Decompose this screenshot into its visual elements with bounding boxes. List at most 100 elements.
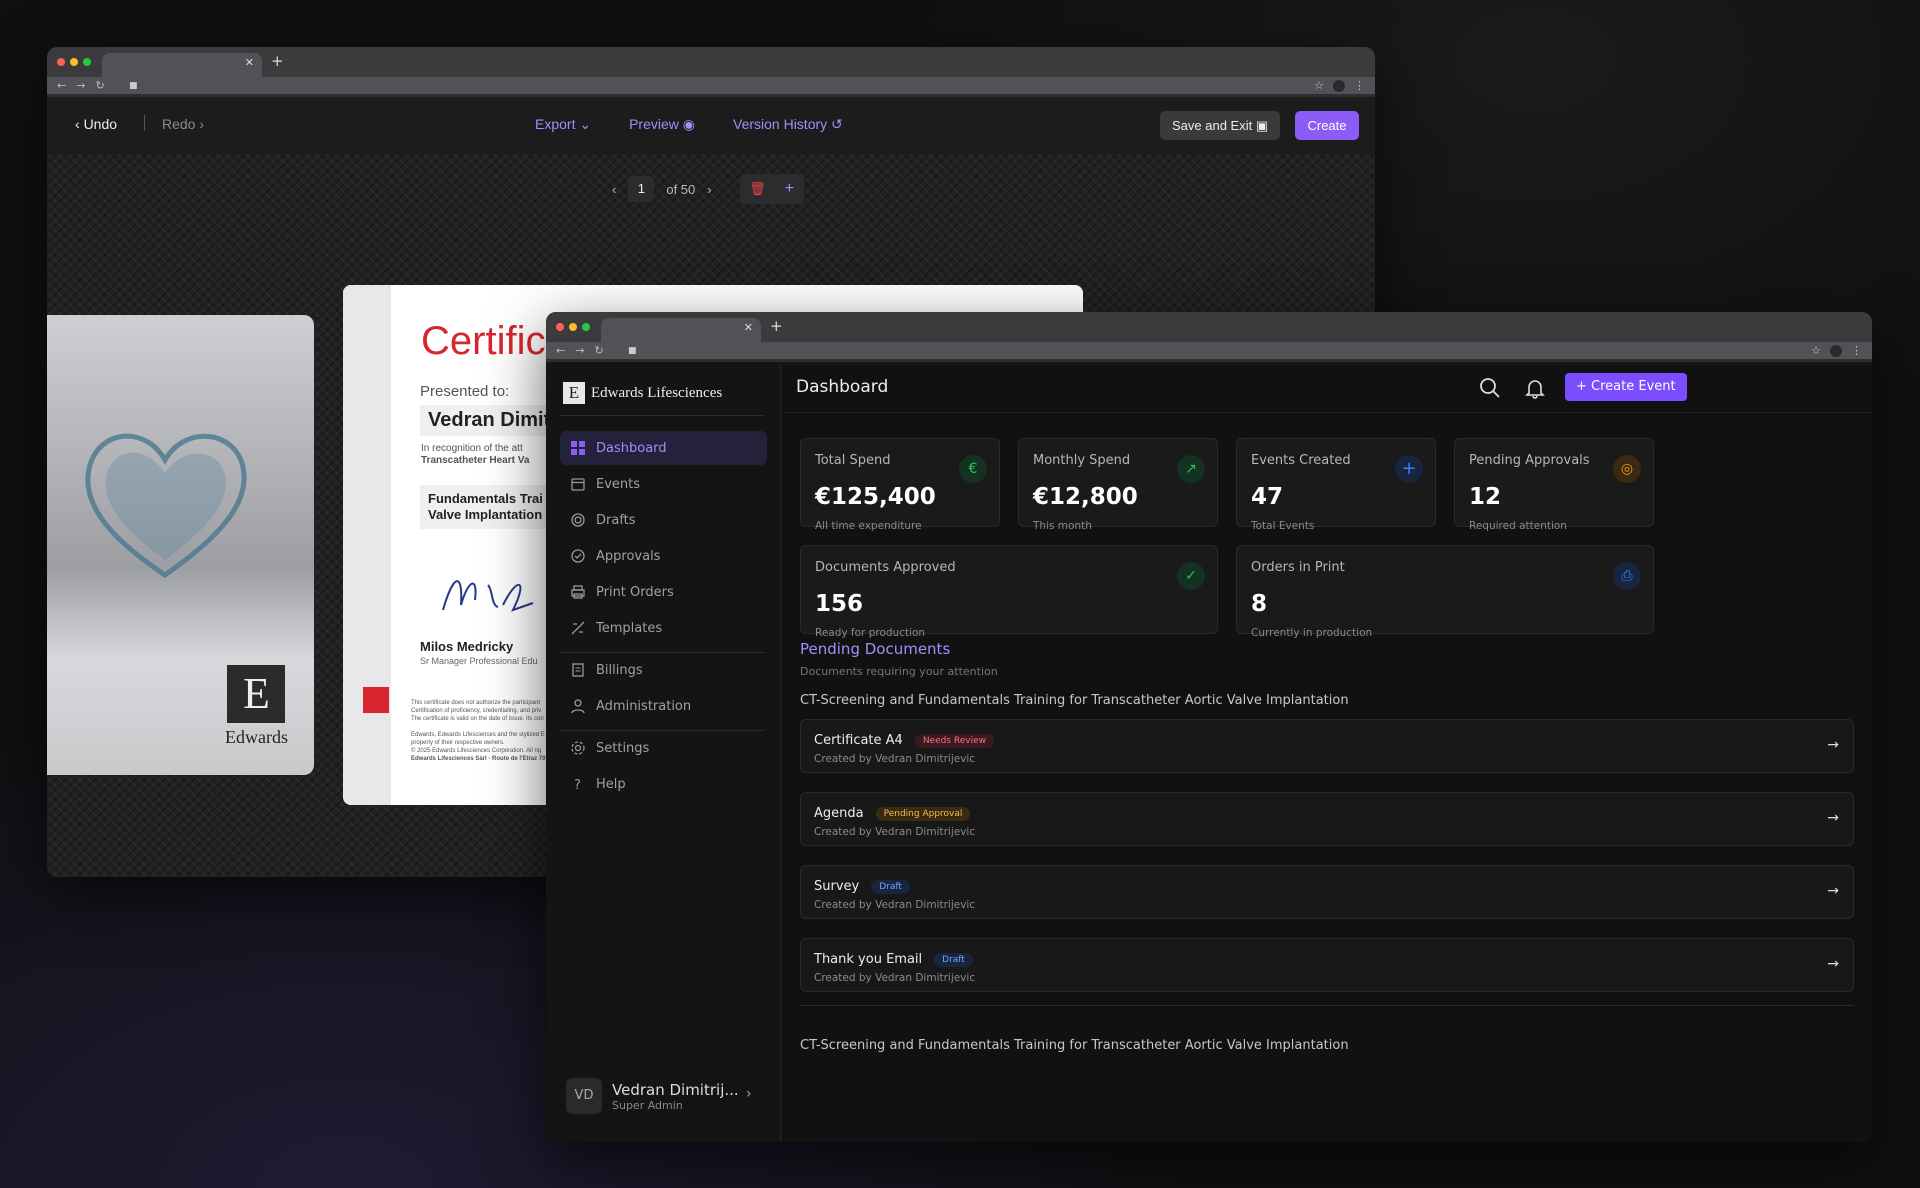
profile-icon[interactable] <box>1333 79 1345 92</box>
arrow-right-icon[interactable]: → <box>1827 883 1839 899</box>
edwards-logo-mark: E <box>563 382 585 404</box>
sidebar: E Edwards Lifesciences Dashboard Events D… <box>546 365 781 1142</box>
document-creator: Created by Vedran Dimitrijevic <box>814 753 976 765</box>
event-group-title: CT-Screening and Fundamentals Training f… <box>800 693 1349 708</box>
search-icon[interactable] <box>1479 377 1501 399</box>
profile-icon[interactable] <box>1830 344 1842 357</box>
create-button[interactable]: Create <box>1295 111 1359 140</box>
fine-print-line: © 2025 Edwards Lifesciences Corporation.… <box>411 748 542 754</box>
redo-button[interactable]: Redo › <box>162 116 204 132</box>
address-bar[interactable]: ← → ↻ ■ ☆ ⋮ <box>47 77 1375 97</box>
undo-button[interactable]: ‹ Undo <box>75 116 117 132</box>
top-bar: Dashboard + Create Event <box>782 365 1872 413</box>
add-page-icon[interactable]: + <box>785 180 794 198</box>
sidebar-item-label: Drafts <box>596 512 636 528</box>
plus-icon: + <box>1576 379 1587 394</box>
sidebar-item-settings[interactable]: Settings <box>560 731 767 765</box>
sidebar-item-dashboard[interactable]: Dashboard <box>560 431 767 465</box>
sidebar-item-label: Settings <box>596 740 650 756</box>
user-profile[interactable]: VD Vedran Dimitrij... Super Admin › <box>566 1078 752 1114</box>
status-badge: Pending Approval <box>875 806 971 821</box>
bookmark-icon[interactable]: ☆ <box>1811 344 1821 357</box>
divider <box>560 415 765 416</box>
sidebar-item-label: Administration <box>596 698 692 714</box>
forward-icon[interactable]: → <box>76 79 85 92</box>
forward-icon[interactable]: → <box>575 344 584 357</box>
arrow-right-icon[interactable]: → <box>1827 956 1839 972</box>
preview-button[interactable]: Preview ◉ <box>629 116 695 133</box>
menu-icon[interactable]: ⋮ <box>1354 79 1365 92</box>
delete-page-icon[interactable]: 🗑 <box>749 181 766 197</box>
stat-label: Orders in Print <box>1251 560 1345 575</box>
template-card-cover[interactable]: E Edwards <box>47 315 314 775</box>
close-tab-icon[interactable]: ✕ <box>245 56 254 69</box>
program-line-2: Valve Implantation <box>428 507 543 522</box>
pending-documents-title: Pending Documents <box>800 640 951 658</box>
bell-icon[interactable] <box>1524 377 1546 399</box>
stat-value: 12 <box>1469 484 1502 510</box>
save-exit-button[interactable]: Save and Exit ▣ <box>1160 111 1281 140</box>
sidebar-item-label: Print Orders <box>596 584 674 600</box>
new-tab-icon[interactable]: + <box>271 52 284 70</box>
stat-subtitle: All time expenditure <box>815 520 922 532</box>
document-row[interactable]: Thank you Email Draft Created by Vedran D… <box>800 938 1854 992</box>
user-icon <box>571 699 585 714</box>
close-tab-icon[interactable]: ✕ <box>744 321 753 334</box>
prev-page-icon[interactable]: ‹ <box>612 182 616 197</box>
sidebar-item-templates[interactable]: Templates <box>560 611 767 645</box>
document-row[interactable]: Certificate A4 Needs Review Created by Ve… <box>800 719 1854 773</box>
create-event-button[interactable]: + Create Event <box>1565 373 1687 401</box>
stat-subtitle: Required attention <box>1469 520 1567 532</box>
stat-value: 156 <box>815 591 864 617</box>
window-controls[interactable] <box>556 323 590 331</box>
bookmark-icon[interactable]: ☆ <box>1314 79 1324 92</box>
page-number-input[interactable]: 1 <box>628 176 655 202</box>
sidebar-item-drafts[interactable]: Drafts <box>560 503 767 537</box>
window-controls[interactable] <box>57 58 91 66</box>
reload-icon[interactable]: ↻ <box>95 79 104 92</box>
brand-name: Edwards Lifesciences <box>591 384 723 401</box>
browser-tab[interactable]: ✕ <box>601 318 761 342</box>
sidebar-item-print-orders[interactable]: Print Orders <box>560 575 767 609</box>
stat-card-events-created: Events Created 47 Total Events + <box>1236 438 1436 532</box>
chevron-right-icon: › <box>746 1086 752 1102</box>
document-creator: Created by Vedran Dimitrijevic <box>814 899 976 911</box>
eye-icon: ◉ <box>682 116 695 132</box>
browser-tab[interactable]: ✕ <box>102 53 262 77</box>
arrow-right-icon[interactable]: → <box>1827 810 1839 826</box>
sidebar-item-administration[interactable]: Administration <box>560 689 767 723</box>
document-row[interactable]: Survey Draft Created by Vedran Dimitrijev… <box>800 865 1854 919</box>
status-badge: Draft <box>871 879 910 894</box>
back-icon[interactable]: ← <box>57 79 66 92</box>
version-history-button[interactable]: Version History ↺ <box>733 116 843 133</box>
sidebar-item-help[interactable]: ? Help <box>560 767 767 801</box>
reload-icon[interactable]: ↻ <box>594 344 603 357</box>
sidebar-item-billings[interactable]: Billings <box>560 653 767 687</box>
save-exit-label: Save and Exit <box>1172 118 1253 133</box>
sidebar-item-label: Approvals <box>596 548 661 564</box>
menu-icon[interactable]: ⋮ <box>1851 344 1862 357</box>
document-name: Thank you Email <box>814 952 923 967</box>
chevron-down-icon: ⌄ <box>579 116 592 132</box>
address-bar[interactable]: ← → ↻ ■ ☆ ⋮ <box>546 342 1872 362</box>
document-name: Agenda <box>814 806 864 821</box>
export-button[interactable]: Export ⌄ <box>535 116 591 133</box>
preview-label: Preview <box>629 116 679 132</box>
back-icon[interactable]: ← <box>556 344 565 357</box>
calendar-icon <box>571 478 585 491</box>
fine-print-line: property of their respective owners. <box>411 740 505 746</box>
stat-card-orders-in-print: Orders in Print 8 Currently in productio… <box>1236 545 1654 639</box>
new-tab-icon[interactable]: + <box>770 317 783 335</box>
event-group-title: CT-Screening and Fundamentals Training f… <box>800 1038 1349 1053</box>
avatar: VD <box>566 1078 602 1114</box>
stat-subtitle: This month <box>1033 520 1092 532</box>
brand-logo[interactable]: E Edwards Lifesciences <box>563 382 722 404</box>
document-row[interactable]: Agenda Pending Approval Created by Vedran… <box>800 792 1854 846</box>
user-role: Super Admin <box>612 1098 683 1112</box>
fine-print-line: The certificate is valid on the date of … <box>411 716 544 722</box>
next-page-icon[interactable]: › <box>707 182 711 197</box>
sidebar-item-approvals[interactable]: Approvals <box>560 539 767 573</box>
sidebar-item-events[interactable]: Events <box>560 467 767 501</box>
fine-print-line: Edwards Lifesciences Sàrl · Route de l'E… <box>411 756 546 762</box>
arrow-right-icon[interactable]: → <box>1827 737 1839 753</box>
